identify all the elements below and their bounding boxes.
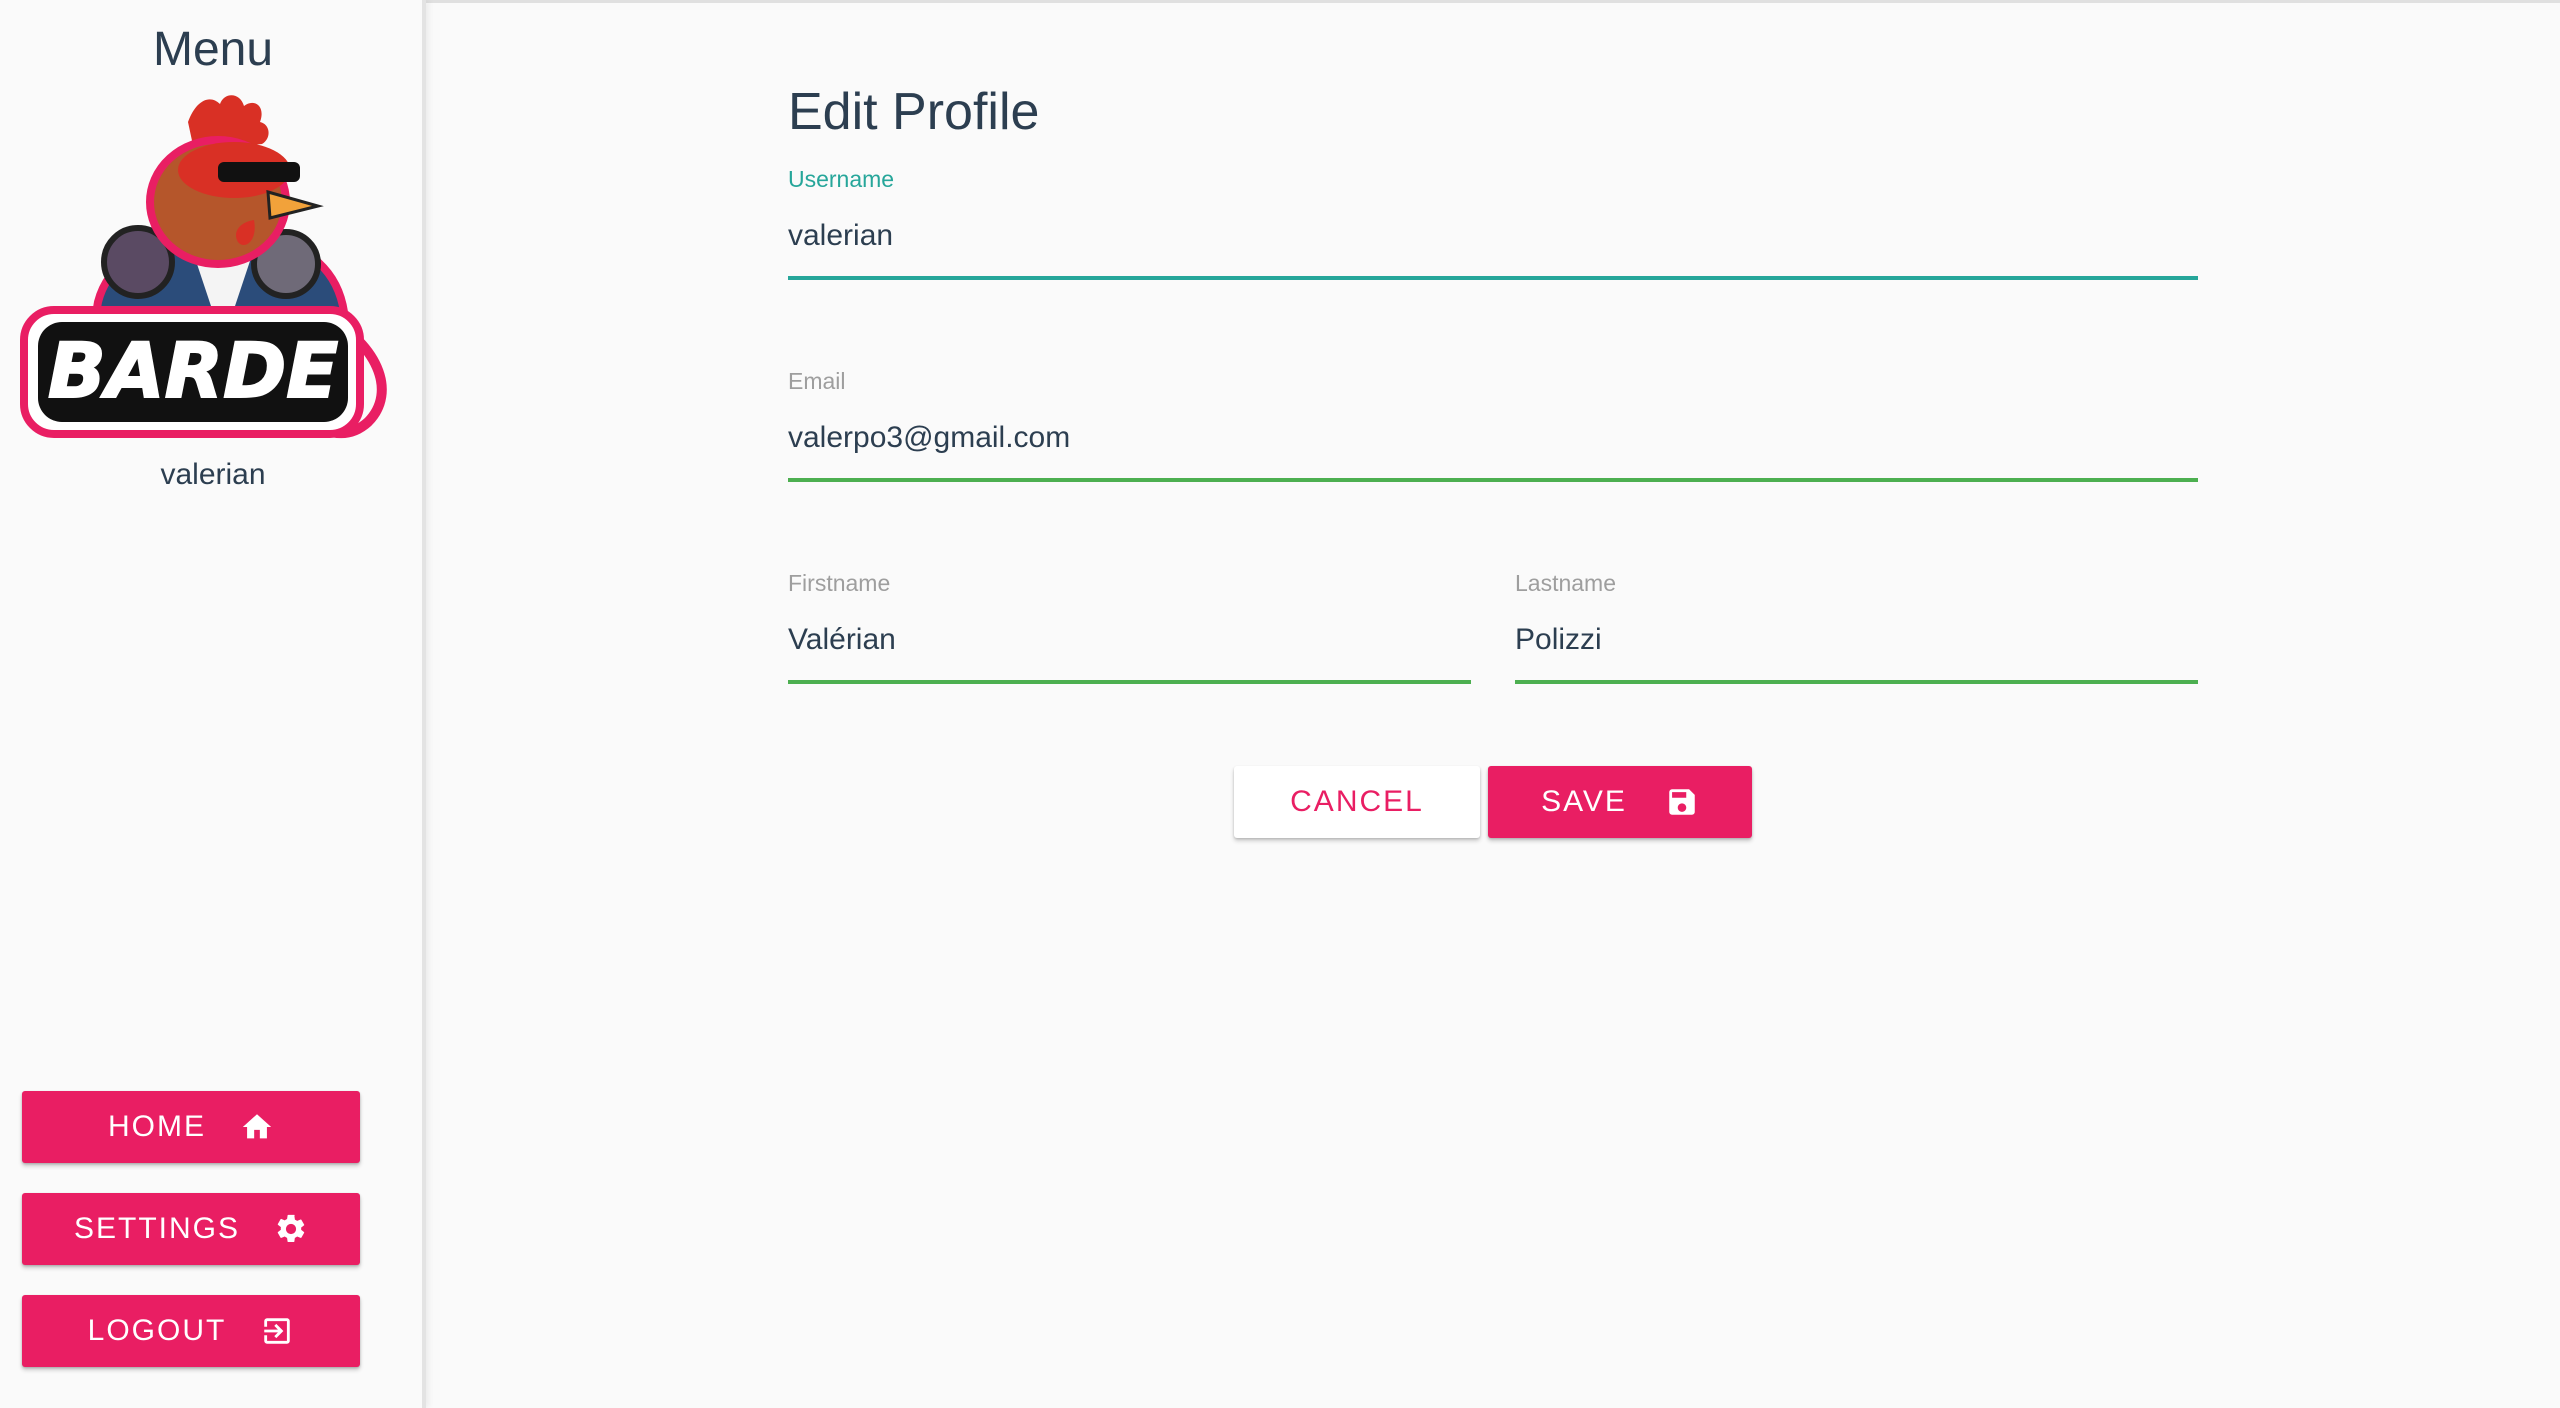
firstname-input[interactable] [788, 618, 1471, 662]
sidebar: Menu BARDE valerian HOME SETTINGS LOGOUT [0, 0, 426, 1408]
email-input[interactable] [788, 416, 2198, 460]
username-input[interactable] [788, 214, 2198, 258]
firstname-label: Firstname [788, 570, 891, 596]
lastname-field: Lastname [1515, 570, 2198, 690]
firstname-field: Firstname [788, 570, 1471, 690]
home-button-label: HOME [108, 1110, 206, 1143]
home-icon [242, 1114, 272, 1139]
lastname-label: Lastname [1515, 570, 1617, 596]
logo-wordmark: BARDE [48, 326, 338, 415]
menu-title: Menu [152, 23, 274, 76]
barde-logo: BARDE [20, 95, 387, 439]
username-field: Username [788, 166, 2198, 286]
logout-button[interactable]: LOGOUT [22, 1295, 360, 1367]
lastname-underline [1515, 680, 2198, 684]
email-field: Email [788, 368, 2198, 488]
username-label: Username [788, 166, 895, 192]
logout-icon [264, 1318, 291, 1344]
lastname-input[interactable] [1515, 618, 2198, 662]
save-button-label: SAVE [1541, 785, 1627, 818]
email-label: Email [788, 368, 846, 394]
home-button[interactable]: HOME [22, 1091, 360, 1163]
floppy-disk-icon [1669, 789, 1695, 815]
username-underline [788, 276, 2198, 280]
page-title: Edit Profile [788, 83, 1040, 141]
gear-icon [277, 1214, 305, 1243]
save-button[interactable]: SAVE [1488, 766, 1752, 838]
firstname-underline [788, 680, 1471, 684]
sidebar-username: valerian [160, 458, 266, 491]
settings-button[interactable]: SETTINGS [22, 1193, 360, 1265]
logout-button-label: LOGOUT [87, 1314, 227, 1347]
email-underline [788, 478, 2198, 482]
settings-button-label: SETTINGS [73, 1212, 240, 1245]
cancel-button[interactable]: CANCEL [1234, 766, 1480, 838]
